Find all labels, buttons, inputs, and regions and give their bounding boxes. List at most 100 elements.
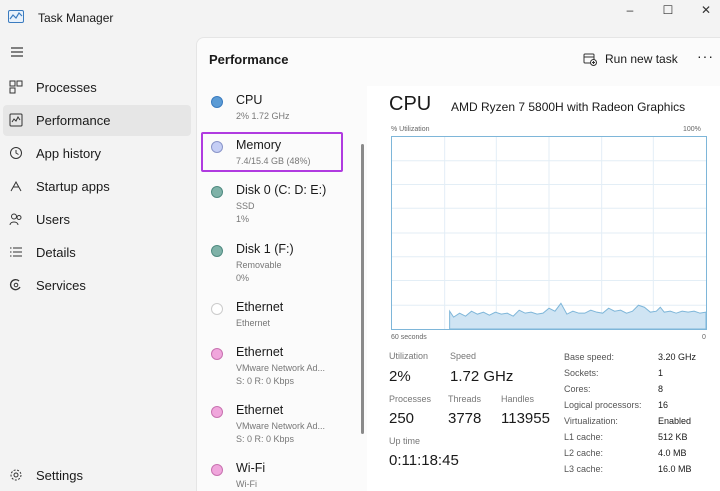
graph-max-label: 100% [683, 126, 701, 133]
device-detail: VMware Network Ad... [236, 363, 326, 373]
threads-value: 3778 [448, 410, 482, 427]
minimize-button[interactable]: – [611, 0, 649, 20]
run-new-task-label: Run new task [605, 52, 678, 66]
l2-cache-label: L2 cache: [564, 448, 604, 458]
handles-value: 113955 [501, 410, 550, 427]
nav-item-settings[interactable]: Settings [3, 460, 191, 491]
nav-item-startup-apps[interactable]: Startup apps [3, 171, 191, 202]
device-detail: VMware Network Ad... [236, 421, 326, 431]
logical-processors-value: 16 [658, 400, 669, 410]
wifi-color-dot [211, 464, 223, 476]
device-list-scrollbar[interactable] [361, 144, 364, 434]
run-new-task-button[interactable]: Run new task [583, 48, 678, 70]
cpu-utilization-area [449, 302, 706, 329]
detail-title: CPU [389, 93, 432, 115]
services-icon [10, 279, 21, 291]
minimize-icon: – [626, 3, 634, 17]
device-usage: 1% [236, 214, 250, 224]
handles-label: Handles [501, 394, 535, 404]
close-button[interactable]: ✕ [687, 0, 720, 20]
nav-item-performance[interactable]: Performance [3, 105, 191, 136]
virtualization-value: Enabled [658, 416, 692, 426]
nav-item-label: Processes [36, 80, 97, 95]
close-icon: ✕ [700, 3, 712, 17]
device-detail: Ethernet [236, 318, 271, 328]
device-name: Wi-Fi [236, 461, 266, 475]
more-options-button[interactable]: ··· [697, 48, 715, 66]
l1-cache-value: 512 KB [658, 432, 688, 442]
nav-item-label: Details [36, 245, 76, 260]
memory-color-dot [211, 141, 223, 153]
settings-gear-icon [10, 469, 22, 481]
device-name: Ethernet [236, 300, 284, 314]
threads-label: Threads [448, 394, 482, 404]
ethernet-color-dot [211, 406, 223, 418]
processes-value: 250 [389, 410, 415, 427]
l3-cache-value: 16.0 MB [658, 464, 692, 474]
l3-cache-label: L3 cache: [564, 464, 604, 474]
device-name: Ethernet [236, 403, 284, 417]
device-name: CPU [236, 93, 263, 107]
nav-item-users[interactable]: Users [3, 204, 191, 235]
cpu-utilization-graph [391, 136, 707, 330]
l2-cache-value: 4.0 MB [658, 448, 687, 458]
nav-item-label: Settings [36, 468, 83, 483]
device-throughput: S: 0 R: 0 Kbps [236, 434, 295, 444]
device-name: Memory [236, 138, 282, 152]
device-detail: 2% 1.72 GHz [236, 111, 290, 121]
hamburger-menu-icon[interactable] [10, 46, 24, 58]
device-disk-1[interactable]: Disk 1 (F:) Removable 0% [201, 235, 343, 287]
device-detail: Wi-Fi [236, 479, 257, 489]
nav-item-processes[interactable]: Processes [3, 72, 191, 103]
speed-label: Speed [450, 351, 477, 361]
title-bar: Task Manager – ☐ ✕ [0, 0, 720, 36]
utilization-label: Utilization [389, 351, 429, 361]
nav-item-label: Performance [36, 113, 111, 128]
maximize-icon: ☐ [662, 3, 674, 17]
graph-time-label: 60 seconds [391, 334, 427, 341]
maximize-button[interactable]: ☐ [649, 0, 687, 20]
device-memory[interactable]: Memory 7.4/15.4 GB (48%) [201, 132, 343, 172]
cores-value: 8 [658, 384, 664, 394]
navigation-pane: Processes Performance App history Startu… [0, 36, 196, 491]
nav-item-label: App history [36, 146, 102, 161]
graph-y-label: % Utilization [391, 126, 430, 133]
device-cpu[interactable]: CPU 2% 1.72 GHz [201, 86, 343, 138]
cores-label: Cores: [564, 384, 591, 394]
uptime-value: 0:11:18:45 [389, 452, 459, 469]
device-detail: Removable [236, 260, 282, 270]
users-icon [9, 213, 22, 226]
device-wifi[interactable]: Wi-Fi Wi-Fi [201, 454, 343, 491]
nav-item-label: Users [36, 212, 70, 227]
task-manager-icon [8, 10, 24, 23]
sockets-value: 1 [658, 368, 664, 378]
utilization-value: 2% [389, 368, 411, 385]
cpu-color-dot [211, 96, 223, 108]
graph-min-label: 0 [702, 334, 706, 341]
device-detail: SSD [236, 201, 255, 211]
nav-item-services[interactable]: Services [3, 270, 191, 301]
device-name: Ethernet [236, 345, 284, 359]
disk-color-dot [211, 186, 223, 198]
nav-item-label: Services [36, 278, 86, 293]
device-ethernet-vmware-2[interactable]: Ethernet VMware Network Ad... S: 0 R: 0 … [201, 396, 343, 448]
app-history-icon [10, 147, 22, 159]
device-ethernet-vmware-1[interactable]: Ethernet VMware Network Ad... S: 0 R: 0 … [201, 338, 343, 390]
page-title: Performance [209, 52, 289, 67]
nav-item-details[interactable]: Details [3, 237, 191, 268]
uptime-label: Up time [389, 436, 421, 446]
window-title: Task Manager [38, 11, 114, 25]
ethernet-color-dot [211, 348, 223, 360]
nav-item-app-history[interactable]: App history [3, 138, 191, 169]
main-panel: Performance Run new task ··· CPU 2% 1.72… [196, 37, 720, 491]
ethernet-color-dot [211, 303, 223, 315]
cpu-detail-view: CPU AMD Ryzen 7 5800H with Radeon Graphi… [367, 86, 720, 491]
details-icon [10, 247, 22, 257]
device-list: CPU 2% 1.72 GHz Memory 7.4/15.4 GB (48%)… [197, 86, 365, 491]
base-speed-label: Base speed: [564, 352, 615, 362]
device-disk-0[interactable]: Disk 0 (C: D: E:) SSD 1% [201, 176, 343, 228]
processes-icon [9, 80, 23, 94]
performance-icon [9, 113, 23, 127]
virtualization-label: Virtualization: [564, 416, 618, 426]
processes-label: Processes [389, 394, 432, 404]
